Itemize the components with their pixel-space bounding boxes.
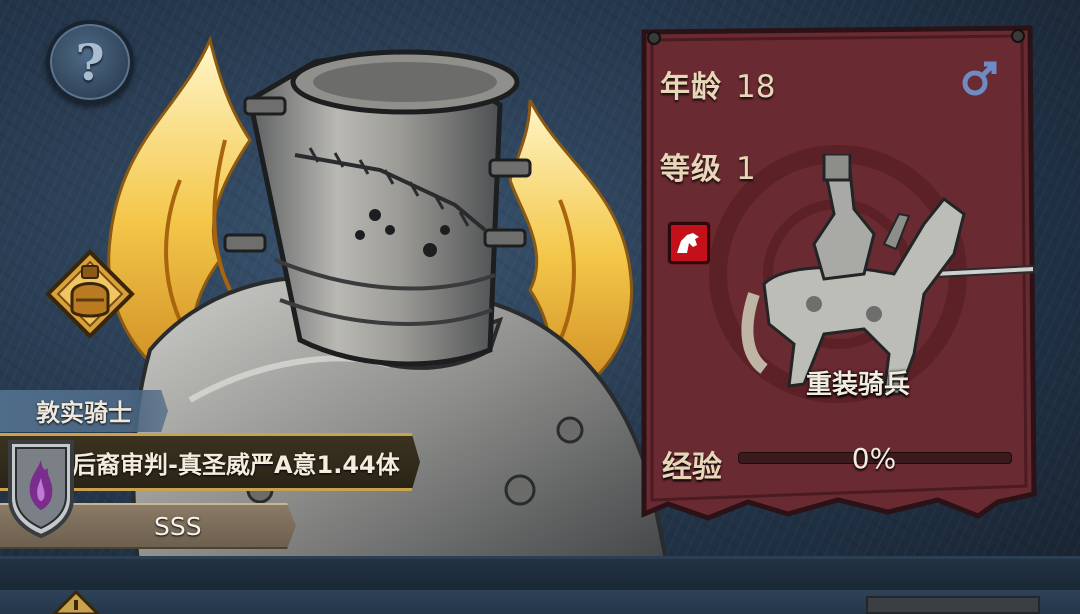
unit-info-panel: 年龄 18 等级 1 重装骑兵 经验 0%: [638, 24, 1038, 524]
warning-icon[interactable]: [46, 590, 106, 614]
exp-label: 经验: [662, 450, 722, 485]
question-mark-icon: ?: [75, 32, 105, 92]
exp-value: 0%: [851, 442, 897, 475]
knight-portrait: [107, 35, 670, 580]
flame-shield-icon: [8, 440, 74, 538]
help-button[interactable]: ?: [46, 20, 134, 104]
rank-text: SSS: [154, 512, 202, 541]
age-value: 18: [736, 69, 776, 105]
level-label: 等级: [660, 152, 722, 187]
trait-title: 敦实骑士: [36, 399, 132, 427]
male-icon: [962, 61, 997, 96]
unit-class-name: 重装骑兵: [805, 370, 910, 400]
skill-text: 后裔审判-真圣威严A意1.44体: [72, 451, 400, 479]
cavalry-icon[interactable]: [668, 222, 710, 264]
age-row: 年龄 18: [660, 62, 775, 106]
potion-icon[interactable]: [44, 248, 136, 340]
bottom-right-slot[interactable]: [866, 596, 1040, 614]
age-label: 年龄: [660, 70, 722, 105]
